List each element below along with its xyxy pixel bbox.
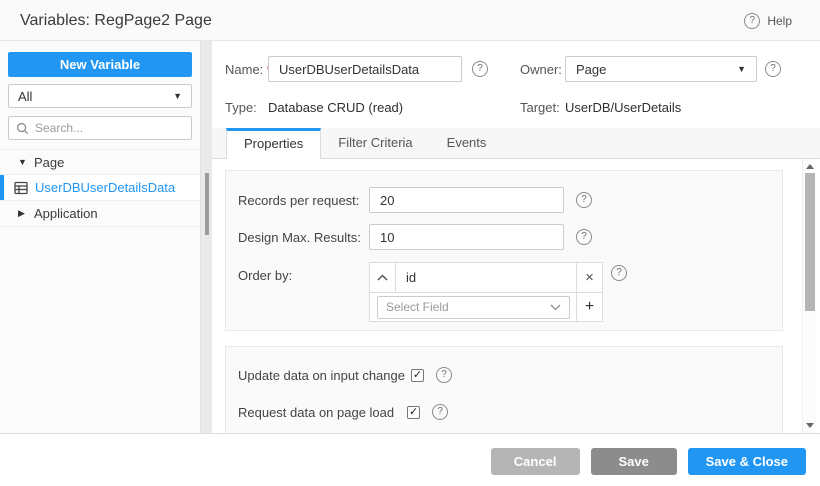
tree-group-page[interactable]: ▼ Page xyxy=(0,149,200,175)
tree-group-label: Application xyxy=(34,206,98,221)
update-data-row: Update data on input change ✓ ? xyxy=(238,367,452,383)
filter-selected-value: All xyxy=(18,89,32,104)
search-icon xyxy=(16,122,29,135)
data-settings-panel: Records per request: ? Design Max. Resul… xyxy=(225,170,783,331)
cancel-button[interactable]: Cancel xyxy=(491,448,580,475)
target-label: Target: xyxy=(520,100,560,115)
update-data-checkbox[interactable]: ✓ xyxy=(411,369,424,382)
content-scrollbar-thumb[interactable] xyxy=(805,173,815,311)
help-label[interactable]: Help xyxy=(767,14,792,28)
tree-item-label: UserDBUserDetailsData xyxy=(35,180,175,195)
scroll-down-arrow-icon[interactable] xyxy=(806,423,814,428)
tree-group-application[interactable]: ▶ Application xyxy=(0,201,200,227)
records-help-icon[interactable]: ? xyxy=(576,192,592,208)
owner-selected-value: Page xyxy=(576,62,606,77)
order-by-widget: id × Select Field xyxy=(369,262,603,322)
records-per-request-input[interactable] xyxy=(369,187,564,213)
request-data-row: Request data on page load ✓ ? xyxy=(238,404,448,420)
behavior-settings-panel: Update data on input change ✓ ? Request … xyxy=(225,346,783,433)
type-value: Database CRUD (read) xyxy=(268,100,403,115)
tree-item-variable[interactable]: UserDBUserDetailsData xyxy=(0,175,200,201)
tree-group-label: Page xyxy=(34,155,64,170)
variables-sidebar: New Variable All ▼ ▼ Page xyxy=(0,41,200,433)
design-max-results-input[interactable] xyxy=(369,224,564,250)
target-value: UserDB/UserDetails xyxy=(565,100,681,115)
dialog-title: Variables: RegPage2 Page xyxy=(20,12,212,30)
close-icon: × xyxy=(585,269,594,286)
update-data-help-icon[interactable]: ? xyxy=(436,367,452,383)
dialog-header: Variables: RegPage2 Page ? Help xyxy=(0,0,820,41)
chevron-down-icon: ▼ xyxy=(737,64,746,74)
select-field-dropdown[interactable]: Select Field xyxy=(377,296,570,319)
design-max-results-label: Design Max. Results: xyxy=(238,230,361,245)
select-field-wrap: Select Field xyxy=(370,293,576,321)
owner-label: Owner:* xyxy=(520,62,570,77)
variable-filter-select[interactable]: All ▼ xyxy=(8,84,192,108)
chevron-down-icon: ▼ xyxy=(173,91,182,101)
order-by-help-icon[interactable]: ? xyxy=(611,265,627,281)
chevron-down-icon xyxy=(550,304,561,311)
sidebar-scrollbar[interactable] xyxy=(200,41,212,433)
select-field-placeholder: Select Field xyxy=(386,300,449,314)
new-variable-button[interactable]: New Variable xyxy=(8,52,192,77)
variables-dialog: Variables: RegPage2 Page ? Help New Vari… xyxy=(0,0,820,486)
chevron-collapsed-icon[interactable]: ▶ xyxy=(18,208,34,219)
order-by-add-row: Select Field + xyxy=(370,292,602,321)
request-data-help-icon[interactable]: ? xyxy=(432,404,448,420)
scroll-up-arrow-icon[interactable] xyxy=(806,164,814,169)
help-icon[interactable]: ? xyxy=(744,13,760,29)
search-box[interactable] xyxy=(8,116,192,140)
database-variable-icon xyxy=(14,181,28,195)
plus-icon: + xyxy=(585,298,594,316)
records-per-request-label: Records per request: xyxy=(238,193,359,208)
request-data-label: Request data on page load xyxy=(238,405,394,420)
tab-filter-criteria[interactable]: Filter Criteria xyxy=(321,128,429,159)
detail-tabbar: Properties Filter Criteria Events xyxy=(212,128,820,159)
sort-direction-button[interactable] xyxy=(370,263,396,292)
chevron-expanded-icon[interactable]: ▼ xyxy=(18,157,34,167)
save-and-close-button[interactable]: Save & Close xyxy=(688,448,806,475)
remove-field-button[interactable]: × xyxy=(576,263,602,292)
variables-tree: ▼ Page UserDBUserDetailsData ▶ Applicati… xyxy=(0,149,200,227)
tab-properties[interactable]: Properties xyxy=(226,128,321,159)
variable-name-input[interactable] xyxy=(268,56,462,82)
help-link[interactable]: ? Help xyxy=(744,13,792,29)
search-input[interactable] xyxy=(35,121,175,135)
dialog-footer: Cancel Save Save & Close xyxy=(0,433,820,486)
order-by-field-value[interactable]: id xyxy=(396,263,576,292)
request-data-checkbox[interactable]: ✓ xyxy=(407,406,420,419)
tab-events[interactable]: Events xyxy=(430,128,504,159)
variable-detail-panel: Name:* ? Owner:* Page ▼ ? Type: Database… xyxy=(212,41,820,433)
update-data-label: Update data on input change xyxy=(238,368,405,383)
save-button[interactable]: Save xyxy=(591,448,677,475)
order-by-entry: id × xyxy=(370,263,602,292)
owner-help-icon[interactable]: ? xyxy=(765,61,781,77)
design-max-help-icon[interactable]: ? xyxy=(576,229,592,245)
name-label: Name:* xyxy=(225,62,271,77)
chevron-up-icon xyxy=(377,274,388,281)
content-scrollbar[interactable] xyxy=(802,159,816,433)
sidebar-scrollbar-thumb[interactable] xyxy=(205,173,209,235)
type-label: Type: xyxy=(225,100,257,115)
owner-select[interactable]: Page ▼ xyxy=(565,56,757,82)
order-by-label: Order by: xyxy=(238,268,292,283)
add-field-button[interactable]: + xyxy=(576,293,602,321)
name-help-icon[interactable]: ? xyxy=(472,61,488,77)
